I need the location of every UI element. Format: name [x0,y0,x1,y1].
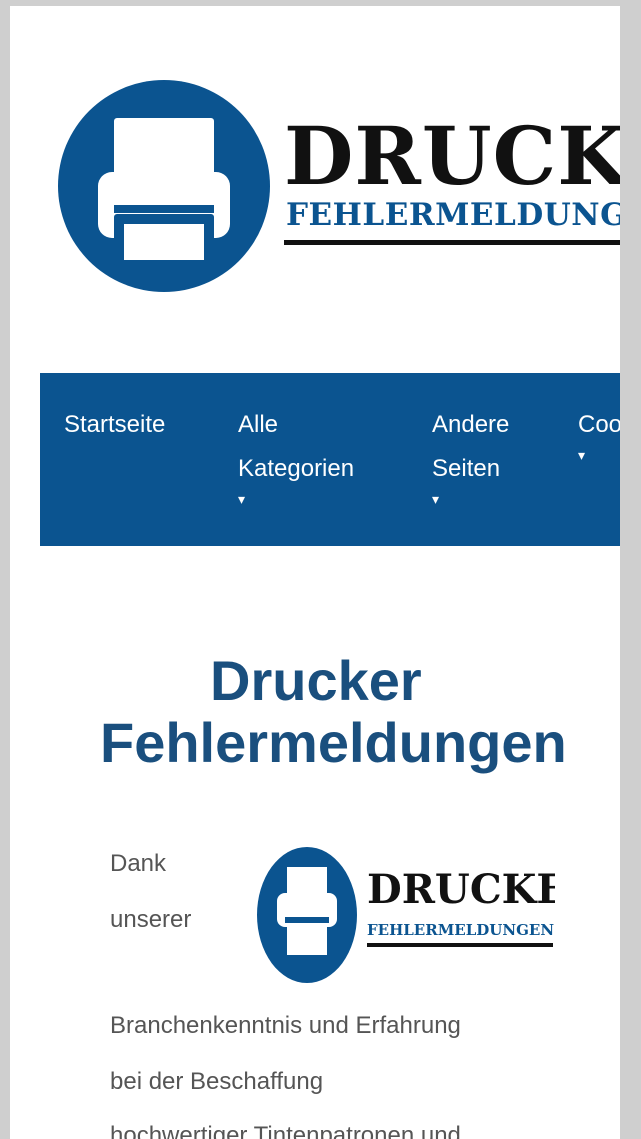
logo-underline [284,240,620,245]
paragraph-line-3: hochwertiger Tintenpatronen und [110,1122,461,1139]
logo-word-fehlermeldungen: FEHLERMELDUNGEN [286,197,620,233]
inline-logo-image: DRUCKER FEHLERMELDUNGEN [255,845,601,985]
chevron-down-icon: ▾ [238,491,246,507]
nav-item-startseite[interactable]: Startseite [64,403,165,447]
nav-item-alle-kategorien[interactable]: Alle Kategorien ▾ [238,403,354,509]
main-navigation: Startseite Alle Kategorien ▾ Andere Seit… [40,373,620,546]
chevron-down-icon: ▾ [432,491,440,507]
page-title-line1: Drucker [210,649,422,712]
page-title: Drucker Fehlermeldungen [100,650,620,774]
nav-label: Cookies [578,411,620,438]
paragraph-line-2: bei der Beschaffung [110,1068,324,1095]
svg-text:FEHLERMELDUNGEN: FEHLERMELDUNGEN [367,921,554,939]
page: DRUCKER FEHLERMELDUNGEN Startseite Alle … [10,0,620,1139]
chevron-down-icon: ▾ [578,447,586,463]
top-strip [10,0,620,6]
nav-label: Alle [238,411,279,438]
logo-word-drucker: DRUCKER [284,109,620,203]
printer-logo-icon [58,80,270,292]
nav-label: Andere [432,411,510,438]
nav-item-cookies[interactable]: Cookies ▾ [578,403,620,465]
nav-label-line2: Seiten [432,455,501,482]
intro-word-1: Dank [110,850,167,877]
svg-text:DRUCKER: DRUCKER [367,866,555,913]
intro-word-2: unserer [110,906,192,933]
paragraph-line-1: Branchenkenntnis und Erfahrung [110,1012,461,1039]
nav-label: Startseite [64,411,166,438]
nav-item-andere-seiten[interactable]: Andere Seiten ▾ [432,403,509,509]
page-title-line2: Fehlermeldungen [100,711,567,774]
nav-label-line2: Kategorien [238,455,355,482]
